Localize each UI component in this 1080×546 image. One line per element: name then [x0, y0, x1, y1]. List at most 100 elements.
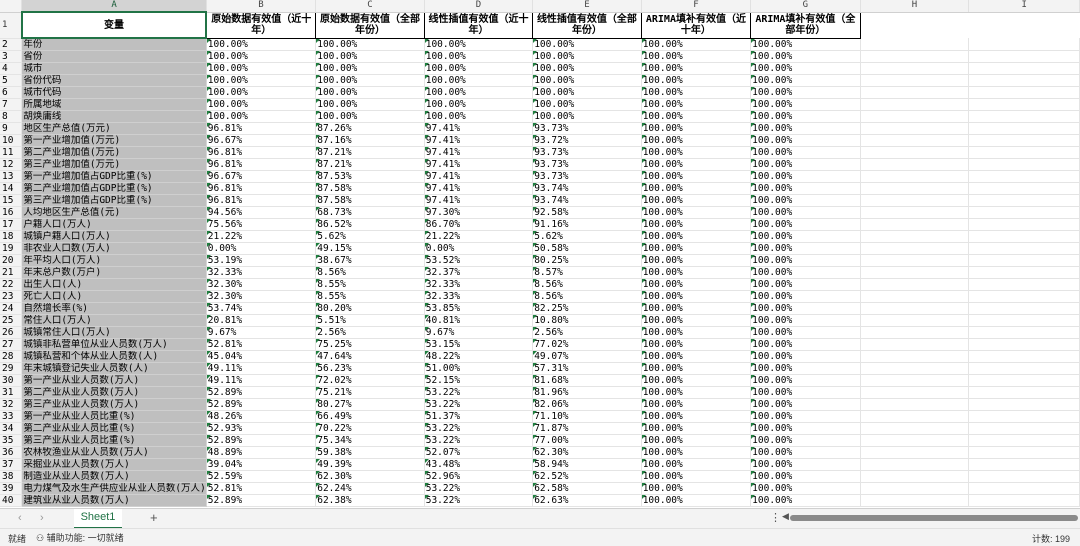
- value-cell[interactable]: 68.73%: [315, 206, 425, 219]
- value-cell[interactable]: 100.00%: [750, 110, 861, 123]
- sheet-tab-sheet1[interactable]: Sheet1: [74, 509, 122, 529]
- value-cell[interactable]: 100.00%: [424, 86, 534, 99]
- variable-cell[interactable]: 城市: [21, 62, 207, 75]
- value-cell[interactable]: 70.22%: [315, 422, 425, 435]
- empty-cell[interactable]: [860, 398, 970, 411]
- value-cell[interactable]: 97.41%: [424, 134, 534, 147]
- value-cell[interactable]: 100.00%: [750, 50, 861, 63]
- row-number[interactable]: 27: [0, 338, 23, 351]
- value-cell[interactable]: 100.00%: [750, 278, 861, 291]
- select-all-corner[interactable]: [0, 0, 23, 13]
- value-cell[interactable]: 100.00%: [641, 110, 752, 123]
- empty-cell[interactable]: [860, 266, 970, 279]
- value-cell[interactable]: 100.00%: [750, 410, 861, 423]
- empty-cell[interactable]: [860, 314, 970, 327]
- value-cell[interactable]: 100.00%: [641, 434, 752, 447]
- row-number[interactable]: 12: [0, 158, 23, 171]
- empty-cell[interactable]: [968, 182, 1080, 195]
- empty-cell[interactable]: [968, 410, 1080, 423]
- value-cell[interactable]: 58.94%: [532, 458, 642, 471]
- empty-cell[interactable]: [968, 146, 1080, 159]
- empty-cell[interactable]: [968, 398, 1080, 411]
- value-cell[interactable]: 100.00%: [641, 74, 752, 87]
- value-cell[interactable]: 8.57%: [532, 266, 642, 279]
- empty-cell[interactable]: [968, 458, 1080, 471]
- empty-cell[interactable]: [860, 38, 970, 51]
- value-cell[interactable]: 100.00%: [750, 218, 861, 231]
- value-cell[interactable]: 53.19%: [206, 254, 317, 267]
- value-cell[interactable]: 87.53%: [315, 170, 425, 183]
- empty-cell[interactable]: [968, 482, 1080, 495]
- empty-cell[interactable]: [860, 50, 970, 63]
- value-cell[interactable]: 86.70%: [424, 218, 534, 231]
- value-cell[interactable]: 93.74%: [532, 194, 642, 207]
- value-cell[interactable]: 53.52%: [424, 254, 534, 267]
- value-cell[interactable]: 52.89%: [206, 494, 317, 507]
- value-cell[interactable]: 62.24%: [315, 482, 425, 495]
- horizontal-scrollbar[interactable]: [790, 515, 1078, 521]
- value-cell[interactable]: 96.81%: [206, 122, 317, 135]
- row-number[interactable]: 35: [0, 434, 23, 447]
- value-cell[interactable]: 100.00%: [641, 86, 752, 99]
- empty-cell[interactable]: [968, 386, 1080, 399]
- empty-cell[interactable]: [860, 74, 970, 87]
- row-number[interactable]: 28: [0, 350, 23, 363]
- value-cell[interactable]: 32.33%: [206, 266, 317, 279]
- value-cell[interactable]: 52.89%: [206, 398, 317, 411]
- empty-cell[interactable]: [860, 470, 970, 483]
- value-cell[interactable]: 100.00%: [750, 302, 861, 315]
- value-cell[interactable]: 21.22%: [206, 230, 317, 243]
- row-number[interactable]: 18: [0, 230, 23, 243]
- value-cell[interactable]: 71.87%: [532, 422, 642, 435]
- value-cell[interactable]: 100.00%: [641, 62, 752, 75]
- value-cell[interactable]: 100.00%: [315, 98, 425, 111]
- value-cell[interactable]: 75.25%: [315, 338, 425, 351]
- value-cell[interactable]: 48.22%: [424, 350, 534, 363]
- value-cell[interactable]: 93.74%: [532, 182, 642, 195]
- empty-cell[interactable]: [968, 446, 1080, 459]
- value-cell[interactable]: 93.73%: [532, 158, 642, 171]
- header-cell-arima-recent[interactable]: ARIMA填补有效值（近十年）: [640, 11, 752, 39]
- value-cell[interactable]: 100.00%: [750, 230, 861, 243]
- empty-cell[interactable]: [860, 482, 970, 495]
- empty-cell[interactable]: [860, 134, 970, 147]
- empty-cell[interactable]: [968, 98, 1080, 111]
- row-number[interactable]: 26: [0, 326, 23, 339]
- value-cell[interactable]: 100.00%: [424, 98, 534, 111]
- row-number[interactable]: 3: [0, 50, 23, 63]
- empty-cell[interactable]: [860, 302, 970, 315]
- value-cell[interactable]: 100.00%: [641, 170, 752, 183]
- empty-cell[interactable]: [860, 458, 970, 471]
- value-cell[interactable]: 100.00%: [315, 110, 425, 123]
- value-cell[interactable]: 40.81%: [424, 314, 534, 327]
- row-number[interactable]: 17: [0, 218, 23, 231]
- value-cell[interactable]: 62.52%: [532, 470, 642, 483]
- value-cell[interactable]: 100.00%: [315, 86, 425, 99]
- empty-cell[interactable]: [968, 350, 1080, 363]
- empty-cell[interactable]: [968, 290, 1080, 303]
- row-number[interactable]: 9: [0, 122, 23, 135]
- value-cell[interactable]: 100.00%: [206, 110, 317, 123]
- row-number[interactable]: 37: [0, 458, 23, 471]
- value-cell[interactable]: 8.56%: [532, 290, 642, 303]
- empty-cell[interactable]: [968, 266, 1080, 279]
- variable-cell[interactable]: 省份代码: [21, 74, 207, 87]
- value-cell[interactable]: 82.06%: [532, 398, 642, 411]
- empty-cell[interactable]: [968, 314, 1080, 327]
- value-cell[interactable]: 0.00%: [424, 242, 534, 255]
- row-number[interactable]: 30: [0, 374, 23, 387]
- value-cell[interactable]: 62.38%: [315, 494, 425, 507]
- value-cell[interactable]: 2.56%: [315, 326, 425, 339]
- value-cell[interactable]: 49.11%: [206, 374, 317, 387]
- row-number[interactable]: 8: [0, 110, 23, 123]
- header-cell-raw-all[interactable]: 原始数据有效值（全部年份）: [315, 11, 425, 39]
- variable-cell[interactable]: 城镇非私营单位从业人员数(万人): [21, 338, 207, 351]
- variable-cell[interactable]: 年平均人口(万人): [21, 254, 207, 267]
- value-cell[interactable]: 59.38%: [315, 446, 425, 459]
- value-cell[interactable]: 62.30%: [532, 446, 642, 459]
- value-cell[interactable]: 52.81%: [206, 338, 317, 351]
- row-number[interactable]: 16: [0, 206, 23, 219]
- value-cell[interactable]: 50.58%: [532, 242, 642, 255]
- value-cell[interactable]: 39.04%: [206, 458, 317, 471]
- value-cell[interactable]: 96.81%: [206, 158, 317, 171]
